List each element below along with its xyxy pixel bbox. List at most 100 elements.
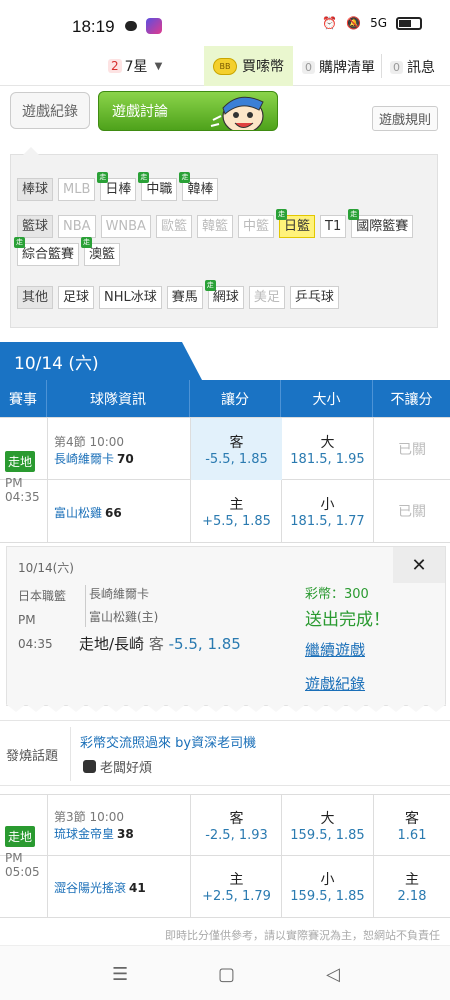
league-filter-chip[interactable]: NHL冰球 <box>99 286 162 309</box>
odds-value: 159.5, 1.85 <box>290 888 365 904</box>
purchase-list-link[interactable]: 0 購牌清單 <box>302 57 375 77</box>
team-name[interactable]: 琉球金帝皇 <box>54 827 114 841</box>
under-odds[interactable]: 小 181.5, 1.77 <box>282 480 373 542</box>
top-nav: 2 7星 ▼ BB 買嗦幣 0 購牌清單 0 訊息 <box>0 46 450 86</box>
league-filter-chip[interactable]: 國際籃賽走 <box>348 209 414 238</box>
game-time: 04:35 <box>5 490 40 504</box>
game-discussion-button[interactable]: 遊戲討論 <box>98 91 278 131</box>
team-name[interactable]: 澀谷陽光搖滾 <box>54 881 126 895</box>
buy-coins-label: 買嗦幣 <box>242 59 284 75</box>
back-icon[interactable]: ◁ <box>326 964 340 985</box>
live-indicator-icon: 走 <box>97 172 109 183</box>
league-filter-label: 足球 <box>63 290 90 305</box>
league-filter-chip[interactable]: 乒乓球 <box>289 286 339 309</box>
buy-coins-button[interactable]: BB 買嗦幣 <box>204 46 293 86</box>
league-filter-chip[interactable]: 足球 <box>58 286 95 309</box>
odds-label: 客 <box>229 810 244 827</box>
over-odds[interactable]: 大 181.5, 1.95 <box>282 418 373 480</box>
live-indicator-icon: 走 <box>348 209 360 220</box>
odds-label: 大 <box>320 434 335 451</box>
team-score: 41 <box>129 881 146 895</box>
spread-away-odds[interactable]: 客 -2.5, 1.93 <box>191 794 282 856</box>
live-indicator-icon: 走 <box>81 237 93 248</box>
moneyline-home-odds[interactable]: 主 2.18 <box>374 855 450 917</box>
game-ampm: PM <box>5 476 23 490</box>
bet-selection: 走地/長崎 <box>79 635 145 653</box>
popup-league: 日本職籃 <box>18 589 67 603</box>
game-status: 走地 PM 05:05 <box>5 826 40 879</box>
stars-count: 2 <box>108 59 122 73</box>
status-bar: 18:19 ⏰ 🔕 5G <box>0 0 450 50</box>
team-info-away: 第3節 10:00 琉球金帝皇 38 <box>54 808 134 842</box>
spread-away-odds[interactable]: 客 -5.5, 1.85 <box>191 418 282 480</box>
game-discussion-label: 遊戲討論 <box>112 104 168 120</box>
system-nav-bar: ☰ ▢ ◁ <box>0 945 450 1000</box>
over-odds[interactable]: 大 159.5, 1.85 <box>282 794 373 856</box>
hot-topic-row: 發燒話題 彩幣交流照過來 by資深老司機 老闆好煩 <box>0 720 450 786</box>
league-filter-chip[interactable]: 中職走 <box>138 172 178 201</box>
league-filter-label: 綜合籃賽 <box>22 247 75 262</box>
coin-icon: BB <box>213 57 237 75</box>
under-odds[interactable]: 小 159.5, 1.85 <box>282 855 373 917</box>
moneyline-away-odds[interactable]: 客 1.61 <box>374 794 450 856</box>
continue-game-link[interactable]: 繼續遊戲 <box>305 639 365 660</box>
filter-category-label: 棒球 <box>17 178 54 201</box>
user-avatar-icon <box>83 760 96 773</box>
signal-icon: 5G <box>370 16 387 30</box>
game-record-link[interactable]: 遊戲紀錄 <box>305 673 365 694</box>
league-filter-label: WNBA <box>105 219 146 234</box>
live-badge: 走地 <box>5 451 36 472</box>
league-filter-chip[interactable]: 賽馬 <box>166 286 203 309</box>
close-icon[interactable]: ✕ <box>393 547 445 583</box>
popup-time: 04:35 <box>18 637 53 651</box>
mute-icon: 🔕 <box>346 16 362 30</box>
team-name[interactable]: 長崎維爾卡 <box>54 452 114 466</box>
league-filter-label: T1 <box>325 219 342 234</box>
popup-ampm: PM <box>18 613 36 627</box>
odds-value: 159.5, 1.85 <box>290 827 365 843</box>
game-record-button[interactable]: 遊戲紀錄 <box>10 92 90 129</box>
spread-home-odds[interactable]: 主 +2.5, 1.79 <box>191 855 282 917</box>
baseball-filter-row: 棒球 MLB 日棒走中職走韓棒走 <box>17 172 429 201</box>
odds-label: 主 <box>405 871 419 888</box>
app-notification-icon <box>146 18 162 34</box>
league-filter-panel: 棒球 MLB 日棒走中職走韓棒走 籃球 NBA WNBA 歐籃 韓籃 中籃 日籃走 T1 國際籃賽走… <box>10 147 438 328</box>
league-filter-chip[interactable]: 韓棒走 <box>179 172 219 201</box>
header-spread: 讓分 <box>190 380 281 417</box>
purchase-count: 0 <box>302 60 315 74</box>
team-name[interactable]: 富山松雞 <box>54 506 102 520</box>
league-filter-chip[interactable]: T1 <box>320 215 347 238</box>
league-filter-chip[interactable]: 網球走 <box>204 280 244 309</box>
spread-home-odds[interactable]: 主 +5.5, 1.85 <box>191 480 282 542</box>
league-filter-label: 澳籃 <box>89 247 116 262</box>
league-filter-chip[interactable]: 日棒走 <box>97 172 137 201</box>
league-filter-chip[interactable]: 日籃走 <box>276 209 316 238</box>
live-indicator-icon: 走 <box>204 280 216 291</box>
popup-team-away: 長崎維爾卡 <box>89 587 150 601</box>
stars-dropdown[interactable]: 2 7星 ▼ <box>108 56 162 76</box>
league-filter-label: NBA <box>63 219 91 234</box>
hot-topic-title[interactable]: 彩幣交流照過來 by資深老司機 <box>80 732 256 751</box>
game-period: 第3節 10:00 <box>54 810 125 824</box>
alarm-icon: ⏰ <box>322 16 338 30</box>
divider <box>47 417 48 543</box>
header-moneyline: 不讓分 <box>390 391 433 408</box>
bet-kind: 客 <box>148 635 164 653</box>
menu-icon[interactable]: ☰ <box>112 964 128 985</box>
league-filter-chip: 中籃 <box>237 215 274 238</box>
stars-label: 7星 <box>124 59 148 75</box>
messages-link[interactable]: 0 訊息 <box>390 57 435 77</box>
league-filter-chip[interactable]: 綜合籃賽走 <box>14 237 80 266</box>
team-info-home: 澀谷陽光搖滾 41 <box>54 879 146 896</box>
battery-icon <box>396 16 422 30</box>
odds-label: 主 <box>229 496 244 513</box>
team-score: 70 <box>117 452 134 466</box>
date-tab[interactable]: 10/14 (六) <box>0 342 202 380</box>
mascot-icon <box>210 96 264 130</box>
odds-value: 181.5, 1.77 <box>290 513 365 529</box>
league-filter-label: 賽馬 <box>171 290 198 305</box>
league-filter-chip[interactable]: 澳籃走 <box>81 237 121 266</box>
game-rules-button[interactable]: 遊戲規則 <box>372 106 438 131</box>
league-filter-label: 美足 <box>253 290 280 305</box>
home-icon[interactable]: ▢ <box>218 964 235 985</box>
